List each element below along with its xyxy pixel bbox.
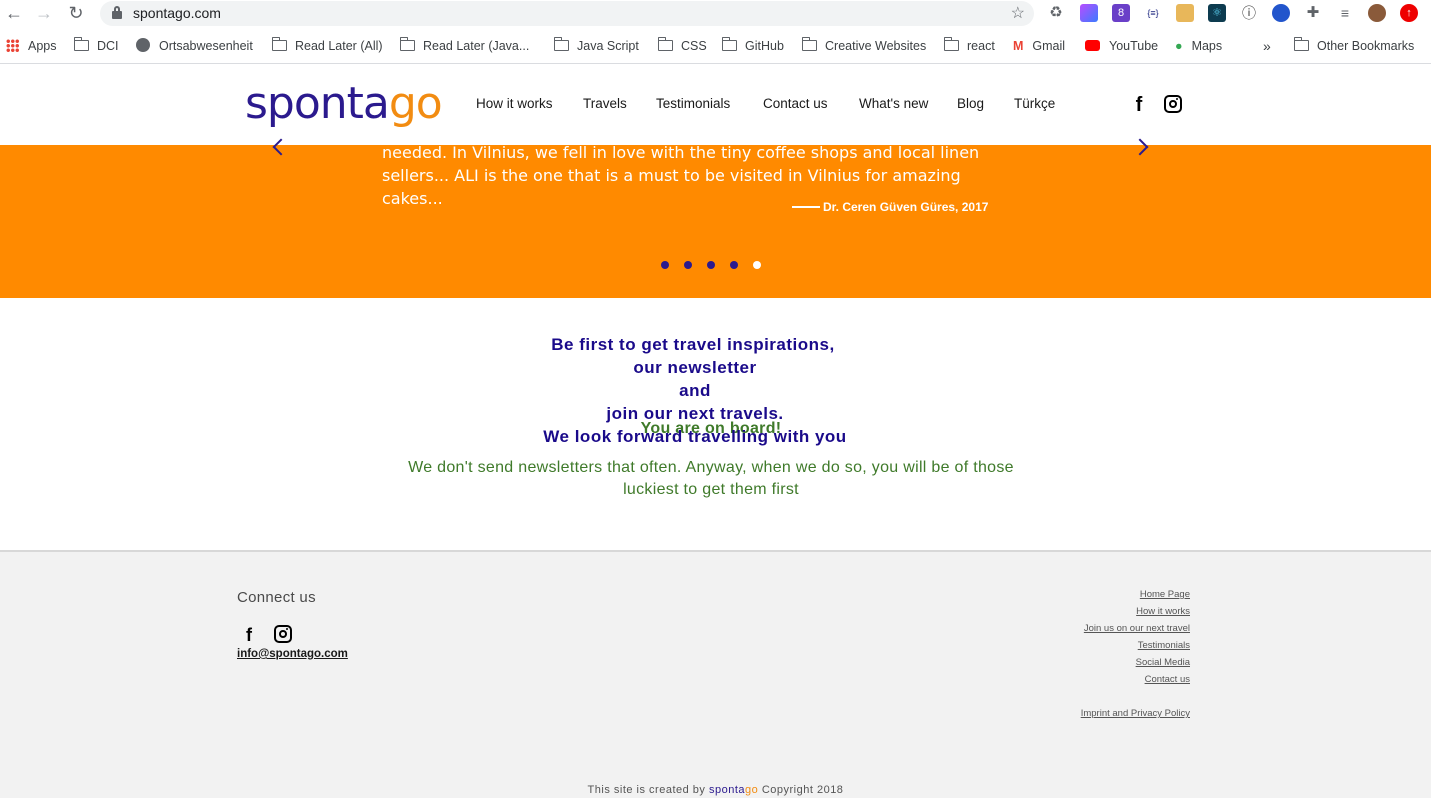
nav-contact-us[interactable]: Contact us bbox=[763, 96, 828, 111]
bookmark-java-script[interactable]: Java Script bbox=[553, 36, 639, 56]
bookmark-maps[interactable]: ● Maps bbox=[1175, 36, 1222, 56]
bookmark-youtube[interactable]: YouTube bbox=[1085, 36, 1158, 56]
footer-instagram-icon[interactable] bbox=[272, 625, 294, 647]
url-text[interactable]: spontago.com bbox=[133, 5, 221, 21]
site-header: spontago How it works Travels Testimonia… bbox=[0, 64, 1431, 145]
site-footer: Connect us f info@spontago.com Home Page… bbox=[0, 550, 1431, 798]
profile-avatar[interactable] bbox=[1368, 4, 1386, 22]
author-dash bbox=[792, 206, 820, 208]
lock-icon bbox=[112, 6, 122, 19]
update-icon[interactable]: ↑ bbox=[1400, 4, 1418, 22]
gmail-icon: M bbox=[1013, 39, 1024, 53]
recycle-extension-icon[interactable]: ♻ bbox=[1047, 4, 1065, 22]
puzzle-extensions-icon[interactable]: ✚ bbox=[1304, 4, 1322, 22]
folder-icon bbox=[1293, 37, 1309, 51]
newsletter-line-2: our newsletter bbox=[633, 358, 757, 377]
bookmark-css[interactable]: CSS bbox=[657, 36, 707, 56]
back-arrow-icon[interactable]: ← bbox=[4, 3, 24, 23]
bookmark-read-later-all[interactable]: Read Later (All) bbox=[271, 36, 383, 56]
bookmark-creative-websites[interactable]: Creative Websites bbox=[801, 36, 926, 56]
bookmark-dci[interactable]: DCI bbox=[73, 36, 119, 56]
folder-icon bbox=[801, 37, 817, 51]
testimonial-author: Dr. Ceren Güven Güres, 2017 bbox=[792, 200, 988, 214]
forward-arrow-icon[interactable]: → bbox=[34, 3, 54, 23]
blue-circle-extension-icon[interactable] bbox=[1272, 4, 1290, 22]
testimonial-slider: needed. In Vilnius, we fell in love with… bbox=[0, 138, 1431, 298]
browser-chrome: ← → ↻ spontago.com ☆ ♻ 8 {≡} ⚛ ⓘ ✚ ≡ ↑ A… bbox=[0, 0, 1431, 64]
folder-icon bbox=[553, 37, 569, 51]
footer-facebook-icon[interactable]: f bbox=[238, 624, 260, 646]
footer-link-join-travel[interactable]: Join us on our next travel bbox=[1084, 623, 1190, 634]
footer-link-home[interactable]: Home Page bbox=[1140, 589, 1190, 600]
nav-testimonials[interactable]: Testimonials bbox=[656, 96, 730, 111]
email-link[interactable]: info@spontago.com bbox=[237, 648, 348, 660]
folder-icon bbox=[399, 37, 415, 51]
bookmarks-bar: Apps DCI Ortsabwesenheit Read Later (All… bbox=[0, 36, 1431, 56]
footer-link-testimonials[interactable]: Testimonials bbox=[1138, 640, 1190, 651]
bookmark-star-icon[interactable]: ☆ bbox=[1011, 3, 1025, 23]
footer-link-imprint-privacy[interactable]: Imprint and Privacy Policy bbox=[1081, 708, 1190, 719]
slider-dot-5[interactable] bbox=[753, 261, 761, 269]
slider-dot-4[interactable] bbox=[730, 261, 738, 269]
nav-how-it-works[interactable]: How it works bbox=[476, 96, 553, 111]
folder-icon bbox=[657, 37, 673, 51]
badge-extension-icon[interactable]: 8 bbox=[1112, 4, 1130, 22]
newsletter-line-5: We look forward travelling with you bbox=[543, 427, 847, 446]
bookmark-apps[interactable]: Apps bbox=[6, 36, 57, 56]
bookmark-other-bookmarks[interactable]: Other Bookmarks bbox=[1293, 36, 1414, 56]
footer-link-social-media[interactable]: Social Media bbox=[1136, 657, 1190, 668]
youtube-icon bbox=[1085, 40, 1100, 51]
newsletter-line-1: Be first to get travel inspirations, bbox=[551, 335, 835, 354]
globe-icon bbox=[136, 38, 150, 52]
bookmark-ortsabwesenheit[interactable]: Ortsabwesenheit bbox=[136, 36, 253, 56]
folder-icon bbox=[271, 37, 287, 51]
bookmark-gmail[interactable]: M Gmail bbox=[1013, 36, 1065, 56]
reading-list-icon[interactable]: ≡ bbox=[1336, 4, 1354, 22]
apps-grid-icon bbox=[6, 39, 19, 52]
folder-icon bbox=[721, 37, 737, 51]
bookmark-react[interactable]: react bbox=[943, 36, 995, 56]
react-devtools-icon[interactable]: ⚛ bbox=[1208, 4, 1226, 22]
info-extension-icon[interactable]: ⓘ bbox=[1240, 4, 1258, 22]
footer-link-how-it-works[interactable]: How it works bbox=[1136, 606, 1190, 617]
newsletter-line-3: and bbox=[679, 381, 711, 400]
connect-us-title: Connect us bbox=[237, 589, 316, 606]
gradient-extension-icon[interactable] bbox=[1080, 4, 1098, 22]
facebook-icon[interactable]: f bbox=[1128, 94, 1150, 116]
address-bar[interactable]: spontago.com ☆ bbox=[100, 1, 1034, 26]
spontago-logo[interactable]: spontago bbox=[245, 78, 443, 130]
site-credit: This site is created by spontago Copyrig… bbox=[587, 784, 844, 796]
nav-turkce[interactable]: Türkçe bbox=[1014, 96, 1055, 111]
bookmark-github[interactable]: GitHub bbox=[721, 36, 784, 56]
slider-dot-1[interactable] bbox=[661, 261, 669, 269]
nav-travels[interactable]: Travels bbox=[583, 96, 627, 111]
slider-dot-3[interactable] bbox=[707, 261, 715, 269]
face-extension-icon[interactable] bbox=[1176, 4, 1194, 22]
footer-link-contact-us[interactable]: Contact us bbox=[1145, 674, 1190, 685]
reload-icon[interactable]: ↻ bbox=[66, 3, 86, 23]
instagram-icon[interactable] bbox=[1162, 95, 1184, 117]
json-extension-icon[interactable]: {≡} bbox=[1144, 4, 1162, 22]
folder-icon bbox=[943, 37, 959, 51]
bookmark-read-later-java[interactable]: Read Later (Java... bbox=[399, 36, 529, 56]
folder-icon bbox=[73, 37, 89, 51]
bookmarks-overflow-chevron[interactable]: » bbox=[1263, 36, 1271, 56]
nav-whats-new[interactable]: What's new bbox=[859, 96, 928, 111]
maps-pin-icon: ● bbox=[1175, 39, 1183, 53]
nav-blog[interactable]: Blog bbox=[957, 96, 984, 111]
newsletter-note: We don't send newsletters that often. An… bbox=[408, 459, 1014, 498]
slider-dot-2[interactable] bbox=[684, 261, 692, 269]
